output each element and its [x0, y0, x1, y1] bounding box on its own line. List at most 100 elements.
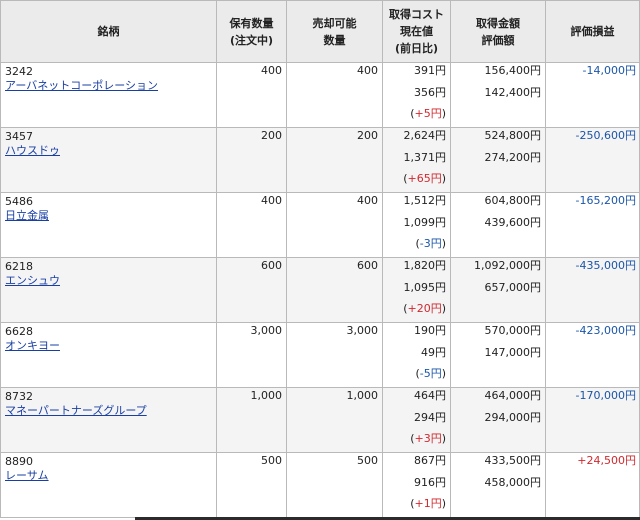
eval-amount-value: 458,000円 — [484, 476, 542, 489]
header-qty: 保有数量 (注文中) — [216, 0, 287, 63]
qty-value: 1,000 — [250, 389, 283, 402]
stock-name-link[interactable]: マネーパートナーズグループ — [5, 404, 147, 418]
stock-name-link[interactable]: オンキヨー — [5, 339, 60, 353]
stock-code: 6628 — [5, 325, 33, 338]
header-sellable: 売却可能 数量 — [286, 0, 383, 63]
table-row: 8732 マネーパートナーズグループ 1,000 1,000 464円 294円… — [0, 387, 640, 453]
pl-cell: -435,000円 — [545, 257, 640, 323]
sellable-value: 600 — [357, 259, 378, 272]
sellable-cell: 400 — [286, 62, 383, 128]
sellable-cell: 400 — [286, 192, 383, 258]
amount-cell: 464,000円 294,000円 — [450, 387, 546, 453]
stock-name-link[interactable]: エンシュウ — [5, 274, 60, 288]
stock-name-link[interactable]: ハウスドゥ — [5, 144, 60, 158]
cost-cell: 1,820円 1,095円 (+20円) — [382, 257, 451, 323]
price-value: 1,371円 — [403, 151, 447, 164]
sellable-cell: 600 — [286, 257, 383, 323]
acq-amount-value: 156,400円 — [484, 64, 542, 77]
price-value: 294円 — [414, 411, 446, 424]
stock-code: 8890 — [5, 455, 33, 468]
portfolio-table: 銘柄 保有数量 (注文中) 売却可能 数量 取得コスト 現在値 (前日比) 取得金額 評価… — [0, 0, 640, 518]
table-row: 3457 ハウスドゥ 200 200 2,624円 1,371円 (+65円) … — [0, 127, 640, 193]
sellable-value: 500 — [357, 454, 378, 467]
stock-code: 8732 — [5, 390, 33, 403]
sellable-value: 1,000 — [346, 389, 379, 402]
stock-name-link[interactable]: アーバネットコーポレーション — [5, 79, 158, 93]
cost-cell: 1,512円 1,099円 (-3円) — [382, 192, 451, 258]
cost-cell: 2,624円 1,371円 (+65円) — [382, 127, 451, 193]
stock-cell: 8732 マネーパートナーズグループ — [0, 387, 217, 453]
change-amount: +3円 — [414, 432, 442, 445]
pl-value: -250,600円 — [575, 129, 636, 142]
stock-cell: 8890 レーサム — [0, 452, 217, 518]
header-cost: 取得コスト 現在値 (前日比) — [382, 0, 451, 63]
change-amount: +20円 — [407, 302, 442, 315]
stock-code: 5486 — [5, 195, 33, 208]
pl-cell: -423,000円 — [545, 322, 640, 388]
cost-cell: 867円 916円 (+1円) — [382, 452, 451, 518]
stock-cell: 5486 日立金属 — [0, 192, 217, 258]
stock-code: 3457 — [5, 130, 33, 143]
qty-cell: 1,000 — [216, 387, 287, 453]
pl-cell: -14,000円 — [545, 62, 640, 128]
stock-cell: 3457 ハウスドゥ — [0, 127, 217, 193]
change-value: (-5円) — [415, 367, 446, 380]
eval-amount-value: 147,000円 — [484, 346, 542, 359]
change-value: (+20円) — [403, 302, 446, 315]
sellable-cell: 500 — [286, 452, 383, 518]
amount-cell: 604,800円 439,600円 — [450, 192, 546, 258]
sellable-cell: 3,000 — [286, 322, 383, 388]
qty-cell: 500 — [216, 452, 287, 518]
header-amount: 取得金額 評価額 — [450, 0, 546, 63]
price-value: 916円 — [414, 476, 446, 489]
cost-value: 867円 — [414, 454, 446, 467]
cost-value: 2,624円 — [403, 129, 447, 142]
stock-cell: 6218 エンシュウ — [0, 257, 217, 323]
cost-value: 190円 — [414, 324, 446, 337]
sellable-value: 200 — [357, 129, 378, 142]
acq-amount-value: 604,800円 — [484, 194, 542, 207]
sellable-cell: 200 — [286, 127, 383, 193]
stock-cell: 6628 オンキヨー — [0, 322, 217, 388]
change-amount: -5円 — [419, 367, 442, 380]
amount-cell: 524,800円 274,200円 — [450, 127, 546, 193]
change-value: (+3円) — [410, 432, 446, 445]
cost-value: 391円 — [414, 64, 446, 77]
acq-amount-value: 524,800円 — [484, 129, 542, 142]
qty-cell: 400 — [216, 62, 287, 128]
change-value: (+65円) — [403, 172, 446, 185]
pl-value: -14,000円 — [582, 64, 636, 77]
pl-cell: -250,600円 — [545, 127, 640, 193]
cost-value: 1,820円 — [403, 259, 447, 272]
table-row: 6628 オンキヨー 3,000 3,000 190円 49円 (-5円) 57… — [0, 322, 640, 388]
eval-amount-value: 142,400円 — [484, 86, 542, 99]
amount-cell: 1,092,000円 657,000円 — [450, 257, 546, 323]
header-name: 銘柄 — [0, 0, 217, 63]
qty-value: 200 — [261, 129, 282, 142]
pl-value: -423,000円 — [575, 324, 636, 337]
cost-value: 464円 — [414, 389, 446, 402]
qty-value: 400 — [261, 64, 282, 77]
change-value: (+5円) — [410, 107, 446, 120]
table-row: 6218 エンシュウ 600 600 1,820円 1,095円 (+20円) … — [0, 257, 640, 323]
amount-cell: 156,400円 142,400円 — [450, 62, 546, 128]
pl-value: +24,500円 — [577, 454, 636, 467]
stock-name-link[interactable]: 日立金属 — [5, 209, 49, 223]
amount-cell: 433,500円 458,000円 — [450, 452, 546, 518]
table-row: 5486 日立金属 400 400 1,512円 1,099円 (-3円) 60… — [0, 192, 640, 258]
pl-cell: +24,500円 — [545, 452, 640, 518]
acq-amount-value: 1,092,000円 — [474, 259, 541, 272]
price-value: 1,095円 — [403, 281, 447, 294]
sellable-value: 3,000 — [346, 324, 379, 337]
qty-value: 3,000 — [250, 324, 283, 337]
change-amount: +1円 — [414, 497, 442, 510]
pl-value: -435,000円 — [575, 259, 636, 272]
pl-cell: -170,000円 — [545, 387, 640, 453]
table-row: 3242 アーバネットコーポレーション 400 400 391円 356円 (+… — [0, 62, 640, 128]
qty-value: 400 — [261, 194, 282, 207]
header-pl: 評価損益 — [545, 0, 640, 63]
stock-name-link[interactable]: レーサム — [5, 469, 49, 483]
cost-cell: 464円 294円 (+3円) — [382, 387, 451, 453]
change-amount: +65円 — [407, 172, 442, 185]
change-amount: -3円 — [419, 237, 442, 250]
